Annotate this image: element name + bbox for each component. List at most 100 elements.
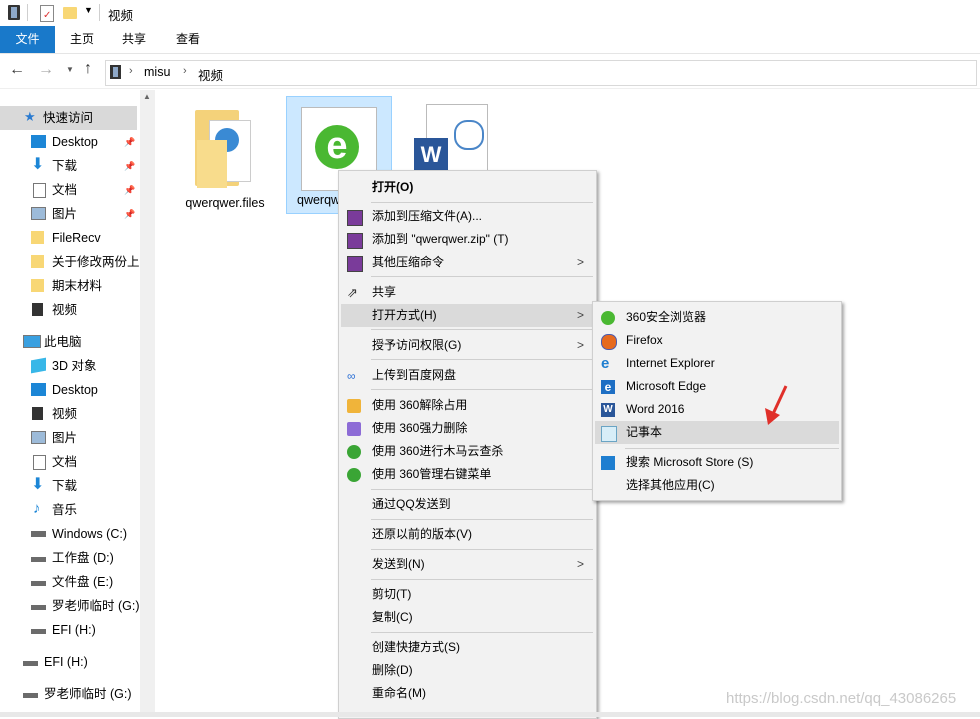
menu-item-360-delete[interactable]: 使用 360强力删除 xyxy=(341,417,594,440)
nav-quick-access[interactable]: ★ 快速访问 xyxy=(0,106,137,130)
submenu-item-firefox[interactable]: Firefox xyxy=(595,329,839,352)
share-icon: ⇗ xyxy=(347,285,358,300)
menu-item-share[interactable]: ⇗ 共享 xyxy=(341,281,594,304)
breadcrumb-videos[interactable]: 视频 xyxy=(198,65,223,84)
menu-item-send-qq[interactable]: 通过QQ发送到 xyxy=(341,493,594,516)
pin-icon[interactable]: 📌 xyxy=(124,154,135,178)
word-icon: W xyxy=(601,403,615,417)
forward-arrow-icon[interactable]: → xyxy=(38,61,54,79)
menu-item-send-to[interactable]: 发送到(N) > xyxy=(341,553,594,576)
menu-item-grant-access[interactable]: 授予访问权限(G) > xyxy=(341,334,594,357)
breadcrumb[interactable]: › misu › 视频 xyxy=(105,60,977,86)
nav-folder-modify[interactable]: 关于修改两份上: xyxy=(0,250,140,274)
drive-icon xyxy=(31,629,46,634)
context-menu: 打开(O) 添加到压缩文件(A)... 添加到 "qwerqwer.zip" (… xyxy=(338,170,597,719)
folder-icon xyxy=(31,231,44,244)
menu-item-cut[interactable]: 剪切(T) xyxy=(341,583,594,606)
nav-filerecv[interactable]: FileRecv xyxy=(0,226,140,250)
360-shredder-icon xyxy=(347,422,361,436)
nav-drive-h[interactable]: EFI (H:) xyxy=(0,618,140,642)
breadcrumb-separator-icon: › xyxy=(129,65,133,77)
nav-pc-videos[interactable]: 视频 xyxy=(0,402,140,426)
menu-item-360-manage[interactable]: 使用 360管理右键菜单 xyxy=(341,463,594,486)
up-arrow-icon[interactable]: ↑ xyxy=(84,60,92,78)
submenu-item-ie[interactable]: e Internet Explorer xyxy=(595,352,839,375)
word-document-icon: W xyxy=(414,104,490,180)
nav-drive-c[interactable]: Windows (C:) xyxy=(0,522,140,546)
pin-icon[interactable]: 📌 xyxy=(124,178,135,202)
chevron-down-icon[interactable]: ▼ xyxy=(84,5,93,15)
nav-3d-objects[interactable]: 3D 对象 xyxy=(0,354,140,378)
file-item[interactable]: qwerqwer.files xyxy=(173,98,277,218)
tab-file[interactable]: 文件 xyxy=(0,26,55,53)
file-item[interactable]: W xyxy=(402,98,506,180)
nav-scrollbar[interactable]: ▲ xyxy=(140,90,155,717)
firefox-icon xyxy=(601,334,617,350)
menu-item-create-shortcut[interactable]: 创建快捷方式(S) xyxy=(341,636,594,659)
desktop-icon xyxy=(31,383,46,396)
submenu-item-choose-other[interactable]: 选择其他应用(C) xyxy=(595,474,839,497)
recent-chevron-icon[interactable]: ▼ xyxy=(66,65,74,74)
internet-explorer-icon: e xyxy=(601,355,610,372)
edge-icon: e xyxy=(601,380,615,394)
winrar-icon xyxy=(347,256,363,272)
submenu-item-search-store[interactable]: 搜索 Microsoft Store (S) xyxy=(595,451,839,474)
submenu-item-word[interactable]: W Word 2016 xyxy=(595,398,839,421)
nav-root-drive-g[interactable]: 罗老师临时 (G:) xyxy=(0,682,140,706)
folder-icon xyxy=(31,255,44,268)
nav-downloads[interactable]: ⬇ 下载 📌 xyxy=(0,154,140,178)
film-icon[interactable] xyxy=(8,5,20,20)
menu-item-open[interactable]: 打开(O) xyxy=(341,176,594,199)
submenu-item-360browser[interactable]: 360安全浏览器 xyxy=(595,306,839,329)
360-browser-icon xyxy=(601,311,615,325)
nav-pc-music[interactable]: ♪ 音乐 xyxy=(0,498,140,522)
tab-home[interactable]: 主页 xyxy=(60,26,104,53)
menu-item-delete[interactable]: 删除(D) xyxy=(341,659,594,682)
open-with-submenu: 360安全浏览器 Firefox e Internet Explorer e M… xyxy=(592,301,842,501)
nav-drive-g[interactable]: 罗老师临时 (G:) xyxy=(0,594,140,618)
menu-item-open-with[interactable]: 打开方式(H) > xyxy=(341,304,594,327)
menu-item-360-scan[interactable]: 使用 360进行木马云查杀 xyxy=(341,440,594,463)
nav-videos-quick[interactable]: 视频 xyxy=(0,298,140,322)
nav-drive-d[interactable]: 工作盘 (D:) xyxy=(0,546,140,570)
windows-drive-icon xyxy=(31,531,46,537)
tab-share[interactable]: 共享 xyxy=(112,26,156,53)
menu-item-upload-baidu[interactable]: ∞ 上传到百度网盘 xyxy=(341,364,594,387)
new-folder-icon[interactable] xyxy=(63,7,77,19)
download-icon: ⬇ xyxy=(31,156,45,173)
menu-item-360-unlock[interactable]: 使用 360解除占用 xyxy=(341,394,594,417)
drive-icon xyxy=(23,693,38,698)
submenu-item-edge[interactable]: e Microsoft Edge xyxy=(595,375,839,398)
nav-documents[interactable]: 文档 📌 xyxy=(0,178,140,202)
film-icon xyxy=(110,65,121,79)
nav-pictures[interactable]: 图片 📌 xyxy=(0,202,140,226)
submenu-item-notepad[interactable]: 记事本 xyxy=(595,421,839,444)
nav-desktop[interactable]: Desktop 📌 xyxy=(0,130,140,154)
menu-item-rename[interactable]: 重命名(M) xyxy=(341,682,594,705)
properties-icon[interactable]: ✓ xyxy=(40,5,54,22)
menu-item-add-archive[interactable]: 添加到压缩文件(A)... xyxy=(341,205,594,228)
360-unlock-icon xyxy=(347,399,361,413)
nav-drive-e[interactable]: 文件盘 (E:) xyxy=(0,570,140,594)
nav-pc-documents[interactable]: 文档 xyxy=(0,450,140,474)
picture-icon xyxy=(31,431,46,444)
window-title: 视频 xyxy=(108,9,134,23)
nav-this-pc[interactable]: 此电脑 xyxy=(0,330,140,354)
menu-item-restore[interactable]: 还原以前的版本(V) xyxy=(341,523,594,546)
pin-icon[interactable]: 📌 xyxy=(124,202,135,226)
menu-item-add-zip[interactable]: 添加到 "qwerqwer.zip" (T) xyxy=(341,228,594,251)
scroll-up-icon[interactable]: ▲ xyxy=(143,92,151,101)
nav-root-drive-h[interactable]: EFI (H:) xyxy=(0,650,140,674)
back-arrow-icon[interactable]: ← xyxy=(9,61,25,79)
menu-item-copy[interactable]: 复制(C) xyxy=(341,606,594,629)
pin-icon[interactable]: 📌 xyxy=(124,130,135,154)
breadcrumb-misu[interactable]: misu xyxy=(144,65,170,79)
nav-pc-pictures[interactable]: 图片 xyxy=(0,426,140,450)
star-icon: ★ xyxy=(24,109,36,124)
nav-pc-desktop[interactable]: Desktop xyxy=(0,378,140,402)
menu-item-other-compress[interactable]: 其他压缩命令 > xyxy=(341,251,594,274)
tab-view[interactable]: 查看 xyxy=(166,26,210,53)
winrar-icon xyxy=(347,233,363,249)
nav-folder-final[interactable]: 期末材料 xyxy=(0,274,140,298)
nav-pc-downloads[interactable]: ⬇ 下载 xyxy=(0,474,140,498)
